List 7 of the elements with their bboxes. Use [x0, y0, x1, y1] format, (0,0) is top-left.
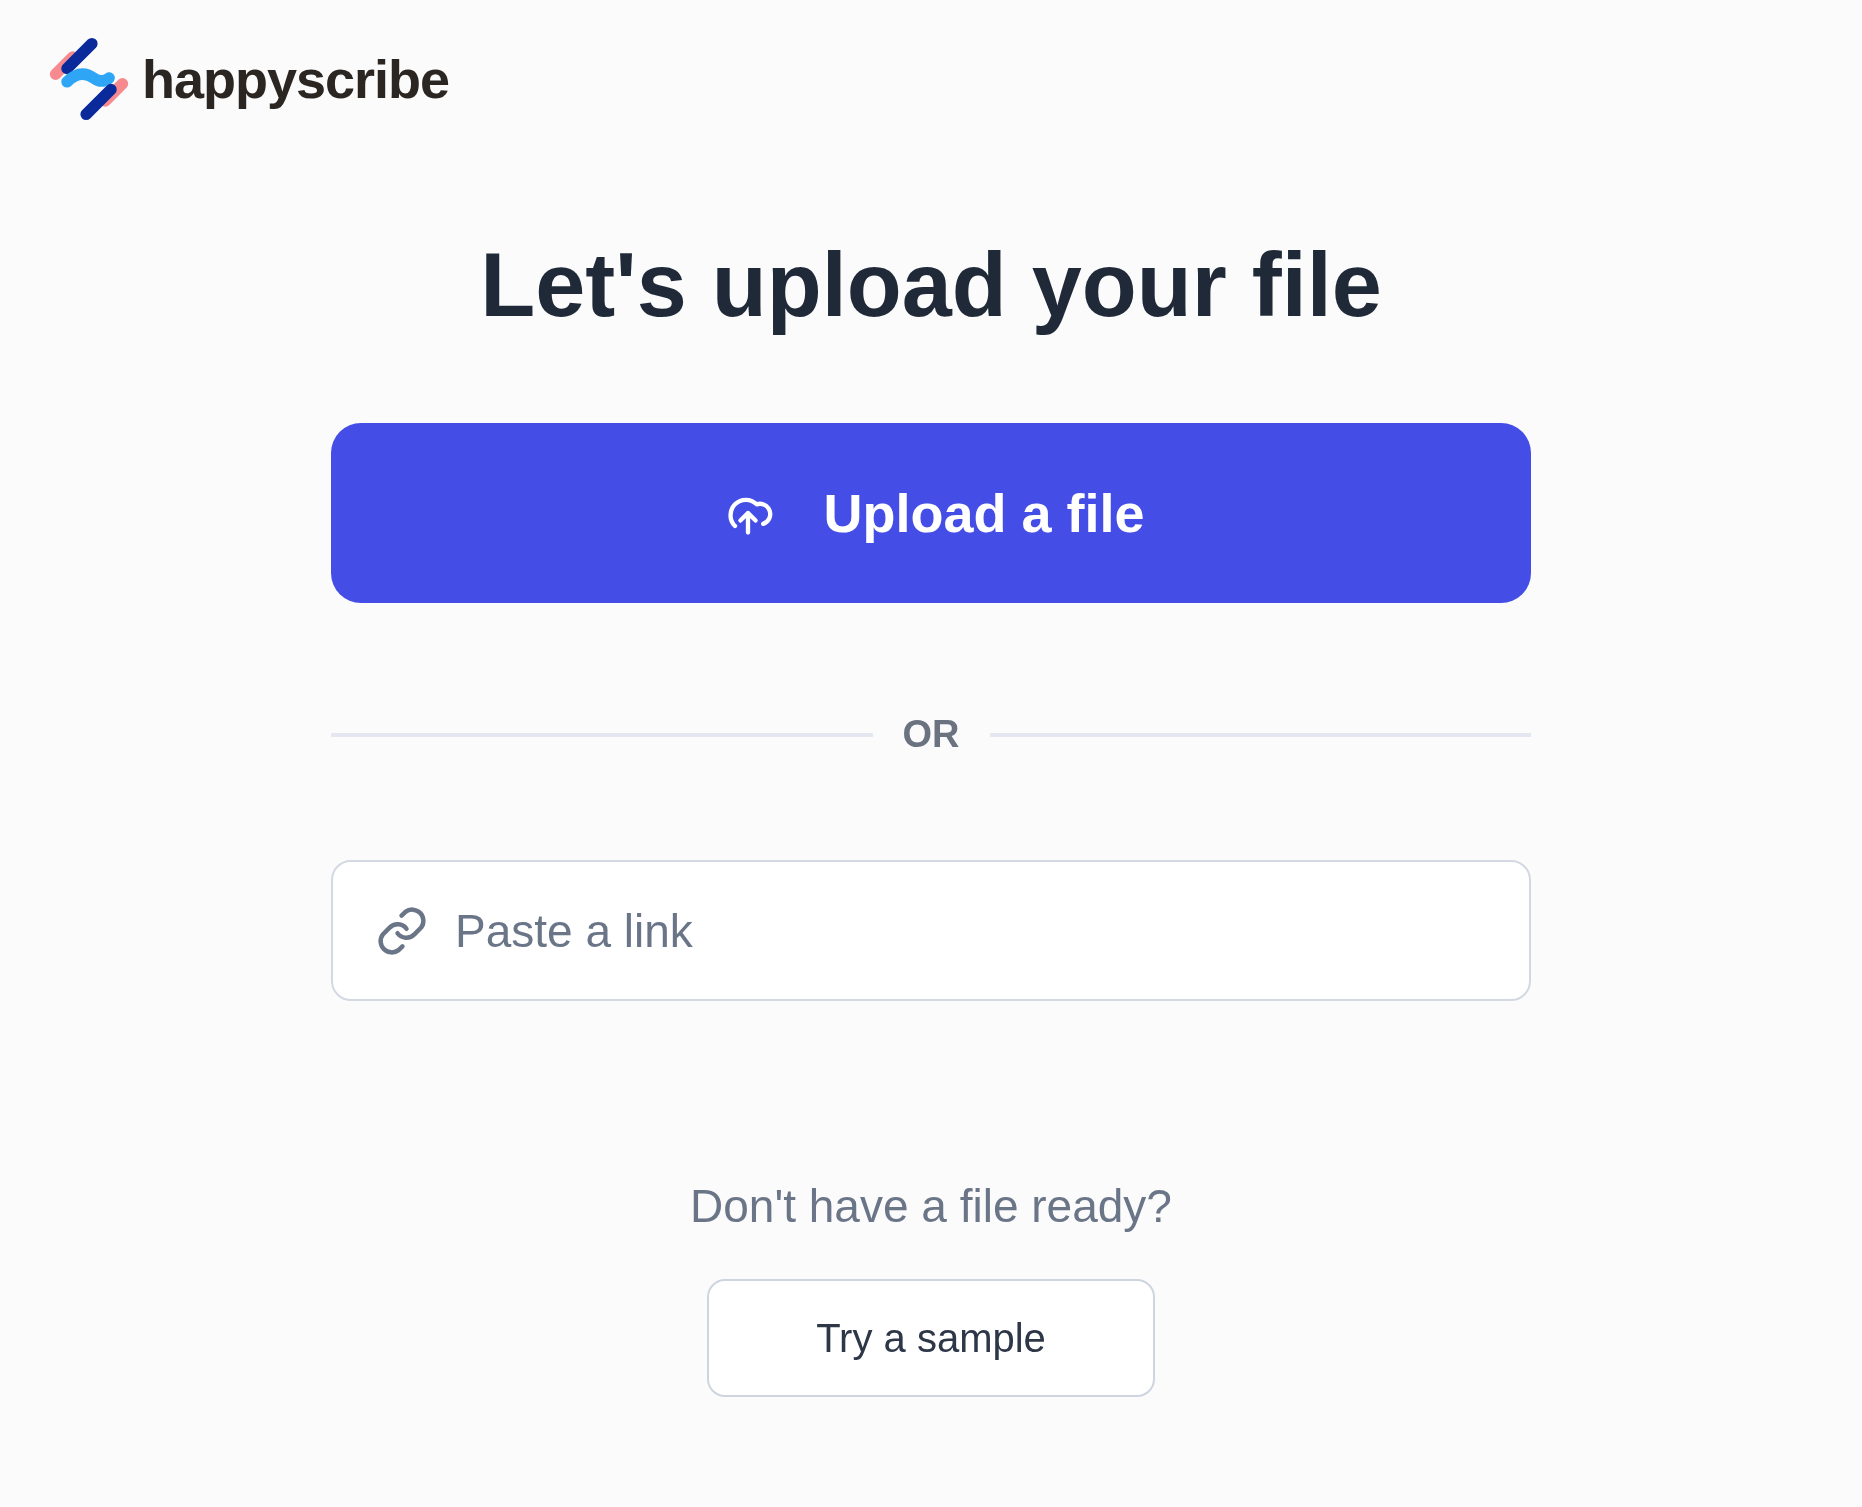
- try-sample-button[interactable]: Try a sample: [707, 1279, 1155, 1397]
- logo-wordmark: happyscribe: [142, 48, 450, 110]
- sample-prompt: Don't have a file ready?: [690, 1179, 1172, 1233]
- link-field[interactable]: Paste a link: [331, 860, 1531, 1001]
- page-title: Let's upload your file: [480, 234, 1382, 337]
- upload-button[interactable]: Upload a file: [331, 423, 1531, 603]
- or-label: OR: [902, 713, 960, 756]
